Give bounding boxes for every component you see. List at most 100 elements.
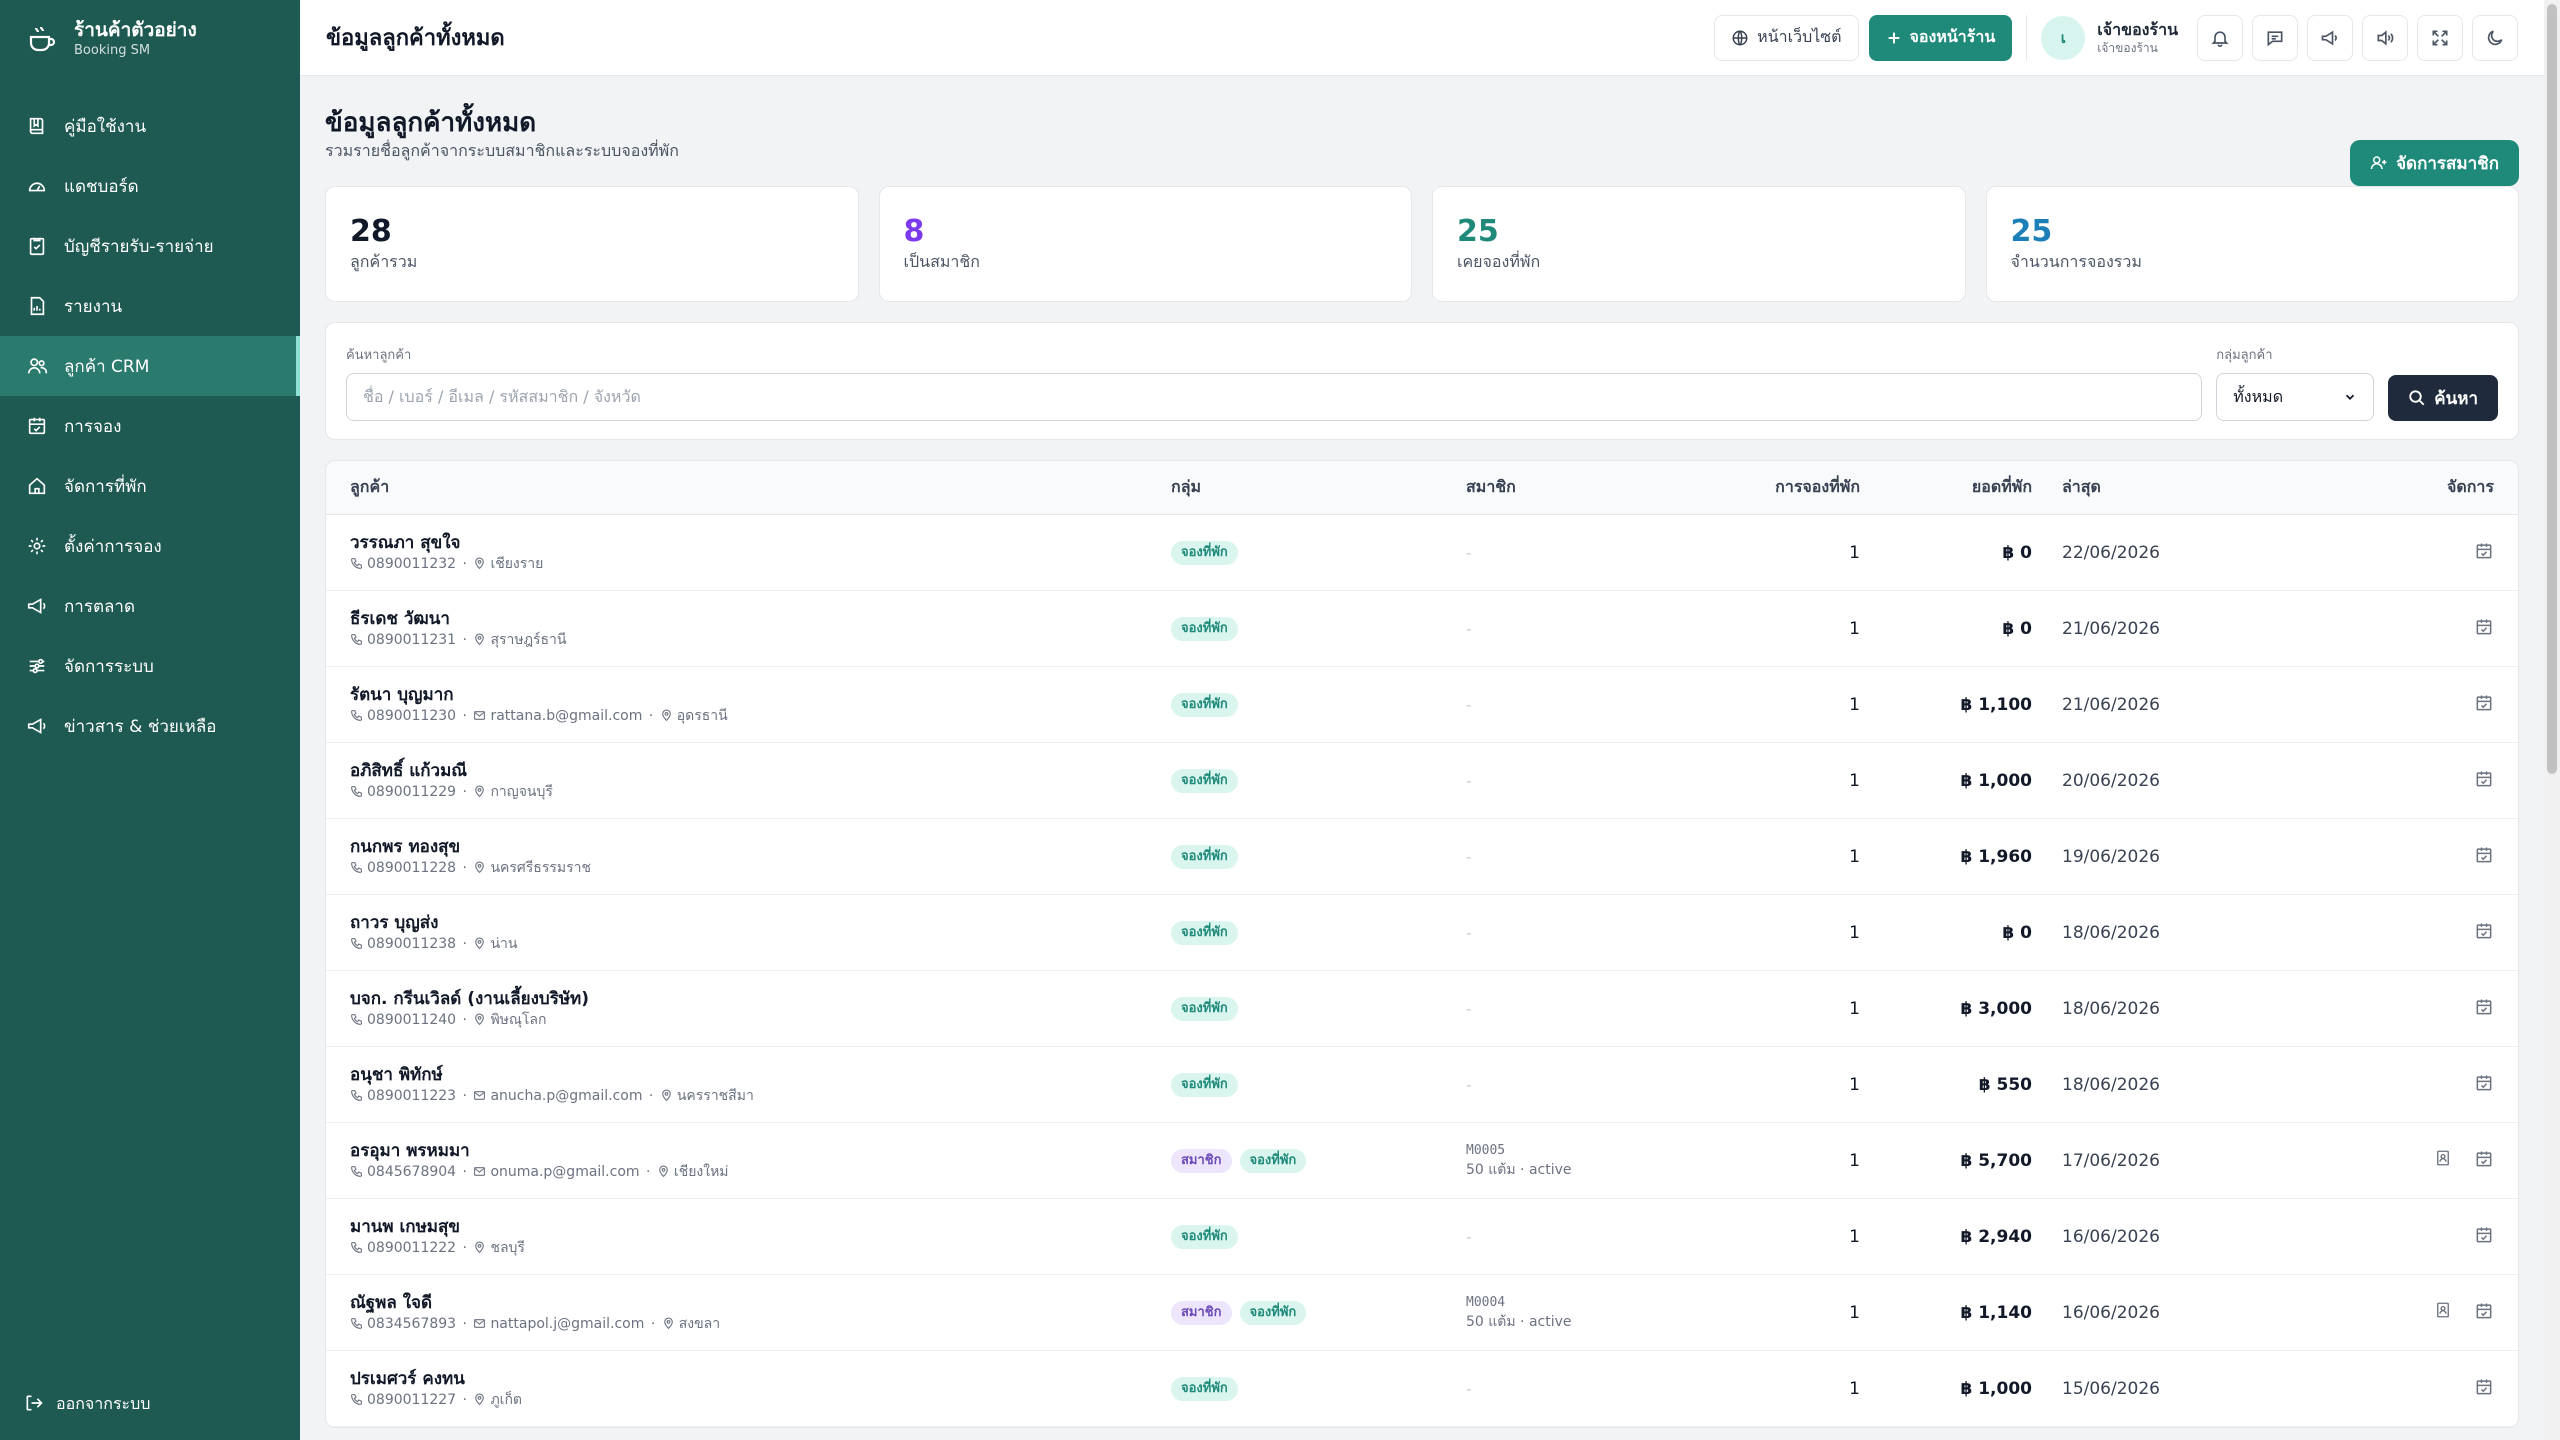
sidebar-item-3[interactable]: รายงาน (0, 276, 300, 336)
page-scrollbar[interactable] (2544, 0, 2560, 1440)
sidebar-item-2[interactable]: บัญชีรายรับ-รายจ่าย (0, 216, 300, 276)
search-button[interactable]: ค้นหา (2388, 375, 2498, 421)
sidebar-item-label: คู่มือใช้งาน (64, 116, 147, 137)
bookings-count: 1 (1849, 922, 1860, 943)
table-row[interactable]: ธีรเดช วัฒนา 0890011231 · สุราษฎร์ธานี จอง… (326, 591, 2518, 667)
website-button[interactable]: หน้าเว็บไซต์ (1714, 14, 1859, 61)
sidebar-item-10[interactable]: ข่าวสาร & ช่วยเหลือ (0, 696, 300, 756)
customer-cell: รัตนา บุญมาก 0890011230 · rattana.b@gmail… (326, 684, 1171, 726)
table-row[interactable]: รัตนา บุญมาก 0890011230 · rattana.b@gmail… (326, 667, 2518, 743)
sidebar-item-8[interactable]: การตลาด (0, 576, 300, 636)
table-row[interactable]: ถาวร บุญส่ง 0890011238 · น่าน จองที่พัก -1 ฿… (326, 895, 2518, 971)
group-cell: จองที่พัก (1171, 920, 1466, 945)
sidebar-item-label: ข่าวสาร & ช่วยเหลือ (64, 716, 217, 737)
table-row[interactable]: ปรเมศวร์ คงทน 0890011227 · ภูเก็ต จองที่พั… (326, 1351, 2518, 1427)
customer-name[interactable]: ณัฐพล ใจดี (350, 1292, 1171, 1314)
group-cell: จองที่พัก (1171, 1072, 1466, 1097)
chat-button[interactable] (2252, 14, 2298, 61)
booking-calendar-icon[interactable] (2474, 997, 2494, 1021)
stat-label: เคยจองที่พัก (1457, 252, 1541, 271)
member-empty: - (1466, 1228, 1472, 1246)
actions-cell (2232, 769, 2518, 793)
booking-calendar-icon[interactable] (2474, 693, 2494, 717)
booking-calendar-icon[interactable] (2474, 1149, 2494, 1173)
scrollbar-thumb[interactable] (2547, 4, 2557, 774)
sidebar-item-0[interactable]: คู่มือใช้งาน (0, 96, 300, 156)
spent-amount: ฿ 0 (2002, 618, 2032, 639)
mail-icon (474, 1167, 486, 1176)
member-cell: - (1466, 1227, 1710, 1246)
booking-calendar-icon[interactable] (2474, 769, 2494, 793)
theme-toggle-button[interactable] (2472, 14, 2518, 61)
customer-name[interactable]: อรอุมา พรหมมา (350, 1140, 1171, 1162)
announcement-button[interactable] (2307, 14, 2353, 61)
sidebar-item-label: บัญชีรายรับ-รายจ่าย (64, 236, 214, 257)
table-row[interactable]: บจก. กรีนเวิลด์ (งานเลี้ยงบริษัท) 0890011… (326, 971, 2518, 1047)
brand[interactable]: ร้านค้าตัวอย่าง Booking SM (0, 0, 300, 78)
customer-name[interactable]: อภิสิทธิ์ แก้วมณี (350, 760, 1171, 782)
actions-cell (2232, 1377, 2518, 1401)
sidebar-item-6[interactable]: จัดการที่พัก (0, 456, 300, 516)
customer-cell: มานพ เกษมสุข 0890011222 · ชลบุรี (326, 1216, 1171, 1258)
sidebar-item-5[interactable]: การจอง (0, 396, 300, 456)
table-row[interactable]: กนกพร ทองสุข 0890011228 · นครศรีธรรมราช จอ… (326, 819, 2518, 895)
booking-calendar-icon[interactable] (2474, 1073, 2494, 1097)
sidebar-item-4[interactable]: ลูกค้า CRM (0, 336, 300, 396)
member-card-icon[interactable] (2434, 1301, 2452, 1325)
booking-calendar-icon[interactable] (2474, 1225, 2494, 1249)
table-row[interactable]: อภิสิทธิ์ แก้วมณี 0890011229 · กาญจนบุรีจ… (326, 743, 2518, 819)
book-storefront-button[interactable]: จองหน้าร้าน (1868, 14, 2013, 61)
customer-meta: 0834567893 · nattapol.j@gmail.com · สงขล… (350, 1314, 1171, 1334)
stat-value: 8 (903, 214, 925, 249)
customer-name[interactable]: วรรณภา สุขใจ (350, 532, 1171, 554)
table-row[interactable]: อนุชา พิทักษ์ 0890011223 · anucha.p@gmail… (326, 1047, 2518, 1123)
customer-email: nattapol.j@gmail.com (490, 1315, 645, 1332)
customer-name[interactable]: รัตนา บุญมาก (350, 684, 1171, 706)
booking-calendar-icon[interactable] (2474, 1301, 2494, 1325)
customer-name[interactable]: ปรเมศวร์ คงทน (350, 1368, 1171, 1390)
map-pin-icon (659, 1165, 668, 1178)
booking-calendar-icon[interactable] (2474, 845, 2494, 869)
table-row[interactable]: ณัฐพล ใจดี 0834567893 · nattapol.j@gmail.… (326, 1275, 2518, 1351)
sidebar-item-9[interactable]: จัดการระบบ (0, 636, 300, 696)
table-row[interactable]: วรรณภา สุขใจ 0890011232 · เชียงราย จองที่พ… (326, 515, 2518, 591)
booking-calendar-icon[interactable] (2474, 921, 2494, 945)
group-badge: สมาชิก (1171, 1148, 1232, 1173)
customer-name[interactable]: ธีรเดช วัฒนา (350, 608, 1171, 630)
stats-row: 28 ลูกค้ารวม 8 เป็นสมาชิก 25 เคยจองที่พัก 25 จำ… (325, 186, 2519, 302)
sidebar-item-label: จัดการที่พัก (64, 476, 147, 497)
website-button-label: หน้าเว็บไซต์ (1757, 27, 1842, 46)
notification-button[interactable] (2197, 14, 2243, 61)
customer-meta: 0890011223 · anucha.p@gmail.com · นครราช… (350, 1086, 1171, 1106)
customer-name[interactable]: ถาวร บุญส่ง (350, 912, 1171, 934)
last-date: 21/06/2026 (2062, 694, 2160, 715)
customer-name[interactable]: อนุชา พิทักษ์ (350, 1064, 1171, 1086)
last-date: 18/06/2026 (2062, 1074, 2160, 1095)
booking-calendar-icon[interactable] (2474, 541, 2494, 565)
search-input[interactable]: ชื่อ / เบอร์ / อีเมล / รหัสสมาชิก / จังห… (346, 373, 2203, 421)
mail-icon (474, 711, 486, 720)
sound-button[interactable] (2362, 14, 2408, 61)
search-field: ค้นหาลูกค้า ชื่อ / เบอร์ / อีเมล / รหัสส… (346, 344, 2203, 421)
user-menu[interactable]: เ เจ้าของร้าน เจ้าของร้าน (2026, 14, 2178, 61)
manage-members-button[interactable]: จัดการสมาชิก (2350, 140, 2519, 186)
group-select[interactable]: ทั้งหมด (2216, 373, 2375, 421)
group-cell: สมาชิก จองที่พัก (1171, 1148, 1466, 1173)
booking-calendar-icon[interactable] (2474, 1377, 2494, 1401)
customer-name[interactable]: มานพ เกษมสุข (350, 1216, 1171, 1238)
last-date: 19/06/2026 (2062, 846, 2160, 867)
booking-calendar-icon[interactable] (2474, 617, 2494, 641)
table-row[interactable]: อรอุมา พรหมมา 0845678904 · onuma.p@gmail.… (326, 1123, 2518, 1199)
logout-button[interactable]: ออกจากระบบ (24, 1384, 150, 1424)
sidebar-item-1[interactable]: แดชบอร์ด (0, 156, 300, 216)
table-row[interactable]: มานพ เกษมสุข 0890011222 · ชลบุรี จองที่พัก… (326, 1199, 2518, 1275)
customer-name[interactable]: กนกพร ทองสุข (350, 836, 1171, 858)
customer-name[interactable]: บจก. กรีนเวิลด์ (งานเลี้ยงบริษัท) (350, 988, 1171, 1010)
fullscreen-button[interactable] (2417, 14, 2463, 61)
member-card-icon[interactable] (2434, 1149, 2452, 1173)
spent-amount: ฿ 1,960 (1960, 846, 2032, 867)
customer-table: ลูกค้า กลุ่ม สมาชิก การจองที่พัก ยอดที่พ… (325, 460, 2519, 1428)
bookings-count: 1 (1849, 694, 1860, 715)
sidebar-item-7[interactable]: ตั้งค่าการจอง (0, 516, 300, 576)
group-cell: จองที่พัก (1171, 616, 1466, 641)
